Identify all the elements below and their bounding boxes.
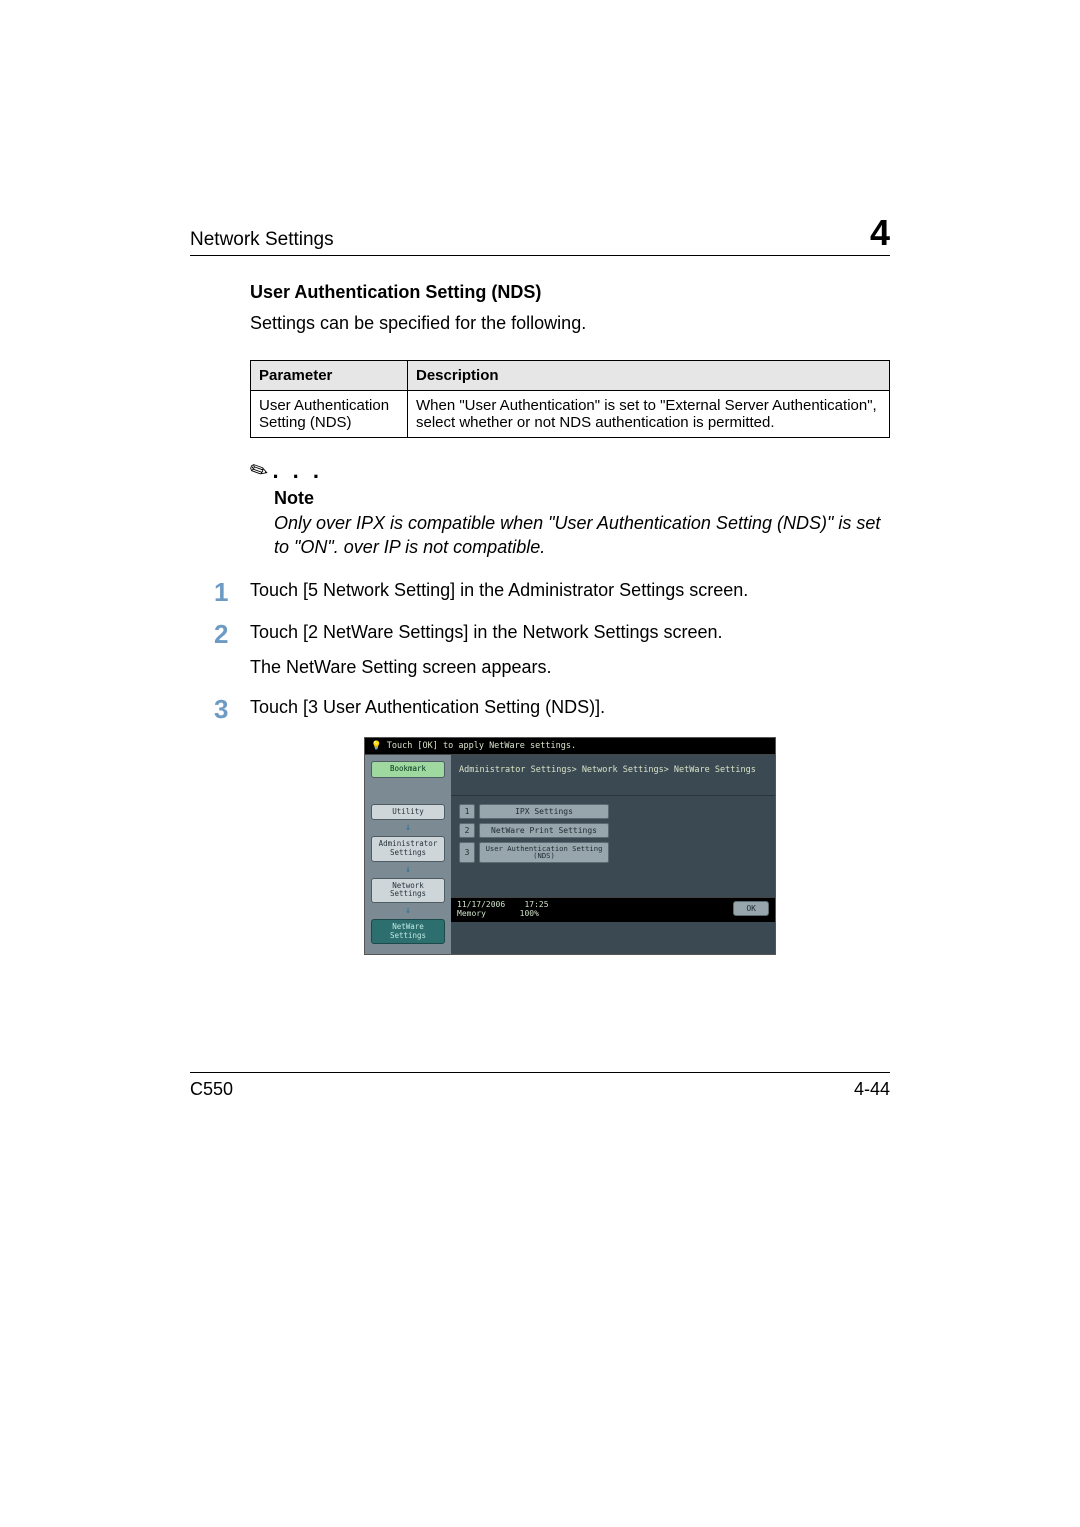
section-heading: User Authentication Setting (NDS) [250, 282, 890, 303]
sidebar-network-settings-button[interactable]: Network Settings [371, 878, 445, 903]
arrow-down-icon: ↓ [405, 823, 411, 833]
steps-list: 1 Touch [5 Network Setting] in the Admin… [250, 578, 890, 724]
td-parameter: User Authentication Setting (NDS) [251, 391, 408, 438]
device-sidebar: Bookmark Utility ↓ Administrator Setting… [365, 755, 451, 954]
step-number: 1 [214, 578, 250, 607]
pencil-icon: ✎ [245, 455, 273, 486]
status-time: 17:25 [524, 900, 548, 909]
note-block: ✎. . . Note Only over IPX is compatible … [250, 458, 890, 560]
sidebar-admin-settings-button[interactable]: Administrator Settings [371, 836, 445, 861]
step-3: 3 Touch [3 User Authentication Setting (… [250, 695, 890, 724]
menu-number: 3 [459, 842, 475, 862]
footer-page-number: 4-44 [854, 1079, 890, 1100]
menu-number: 2 [459, 823, 475, 838]
menu-label: User Authentication Setting (NDS) [479, 842, 609, 862]
footer-model: C550 [190, 1079, 233, 1100]
note-title: Note [274, 488, 890, 509]
menu-label: IPX Settings [479, 804, 609, 819]
ok-button[interactable]: OK [733, 901, 769, 916]
running-head: Network Settings 4 [190, 215, 890, 256]
menu-number: 1 [459, 804, 475, 819]
status-memory-value: 100% [520, 909, 539, 918]
ellipsis-icon: . . . [272, 458, 323, 483]
arrow-down-icon: ↓ [405, 865, 411, 875]
status-left: 11/17/2006 17:25 Memory 100% [457, 900, 549, 918]
th-parameter: Parameter [251, 361, 408, 391]
step-text: Touch [3 User Authentication Setting (ND… [250, 695, 605, 724]
td-description: When "User Authentication" is set to "Ex… [408, 391, 890, 438]
menu-item-2[interactable]: 2 NetWare Print Settings [459, 823, 767, 838]
device-screenshot: 💡 Touch [OK] to apply NetWare settings. … [250, 737, 890, 955]
arrow-down-icon: ↓ [405, 906, 411, 916]
note-body: Only over IPX is compatible when "User A… [274, 511, 890, 560]
device-hint-bar: 💡 Touch [OK] to apply NetWare settings. [365, 738, 775, 755]
lightbulb-icon: 💡 [371, 741, 382, 751]
device-status-bar: 11/17/2006 17:25 Memory 100% OK [451, 897, 775, 922]
device-menu: 1 IPX Settings 2 NetWare Print Settings … [451, 796, 775, 896]
table-header-row: Parameter Description [251, 361, 890, 391]
sidebar-bookmark-button[interactable]: Bookmark [371, 761, 445, 778]
step-text-main: Touch [2 NetWare Settings] in the Networ… [250, 622, 723, 642]
step-1: 1 Touch [5 Network Setting] in the Admin… [250, 578, 890, 607]
page: Network Settings 4 User Authentication S… [0, 0, 1080, 1527]
section-intro: Settings can be specified for the follow… [250, 313, 890, 334]
step-number: 3 [214, 695, 250, 724]
chapter-number: 4 [870, 215, 890, 251]
step-2: 2 Touch [2 NetWare Settings] in the Netw… [250, 620, 890, 680]
device-main: Administrator Settings> Network Settings… [451, 755, 775, 954]
th-description: Description [408, 361, 890, 391]
parameter-table: Parameter Description User Authenticatio… [250, 360, 890, 438]
device-panel: 💡 Touch [OK] to apply NetWare settings. … [364, 737, 776, 955]
device-body: Bookmark Utility ↓ Administrator Setting… [365, 755, 775, 954]
page-footer: C550 4-44 [190, 1072, 890, 1100]
step-text: Touch [2 NetWare Settings] in the Networ… [250, 620, 723, 680]
menu-item-3[interactable]: 3 User Authentication Setting (NDS) [459, 842, 767, 862]
sidebar-netware-settings-button[interactable]: NetWare Settings [371, 919, 445, 944]
running-head-title: Network Settings [190, 229, 334, 251]
sidebar-utility-button[interactable]: Utility [371, 804, 445, 821]
device-hint-text: Touch [OK] to apply NetWare settings. [387, 741, 576, 751]
menu-label: NetWare Print Settings [479, 823, 609, 838]
step-subtext: The NetWare Setting screen appears. [250, 655, 723, 680]
table-row: User Authentication Setting (NDS) When "… [251, 391, 890, 438]
status-memory-label: Memory [457, 909, 486, 918]
menu-item-1[interactable]: 1 IPX Settings [459, 804, 767, 819]
step-text: Touch [5 Network Setting] in the Adminis… [250, 578, 748, 607]
device-breadcrumb: Administrator Settings> Network Settings… [451, 755, 775, 796]
step-number: 2 [214, 620, 250, 680]
status-date: 11/17/2006 [457, 900, 505, 909]
content: User Authentication Setting (NDS) Settin… [250, 282, 890, 955]
